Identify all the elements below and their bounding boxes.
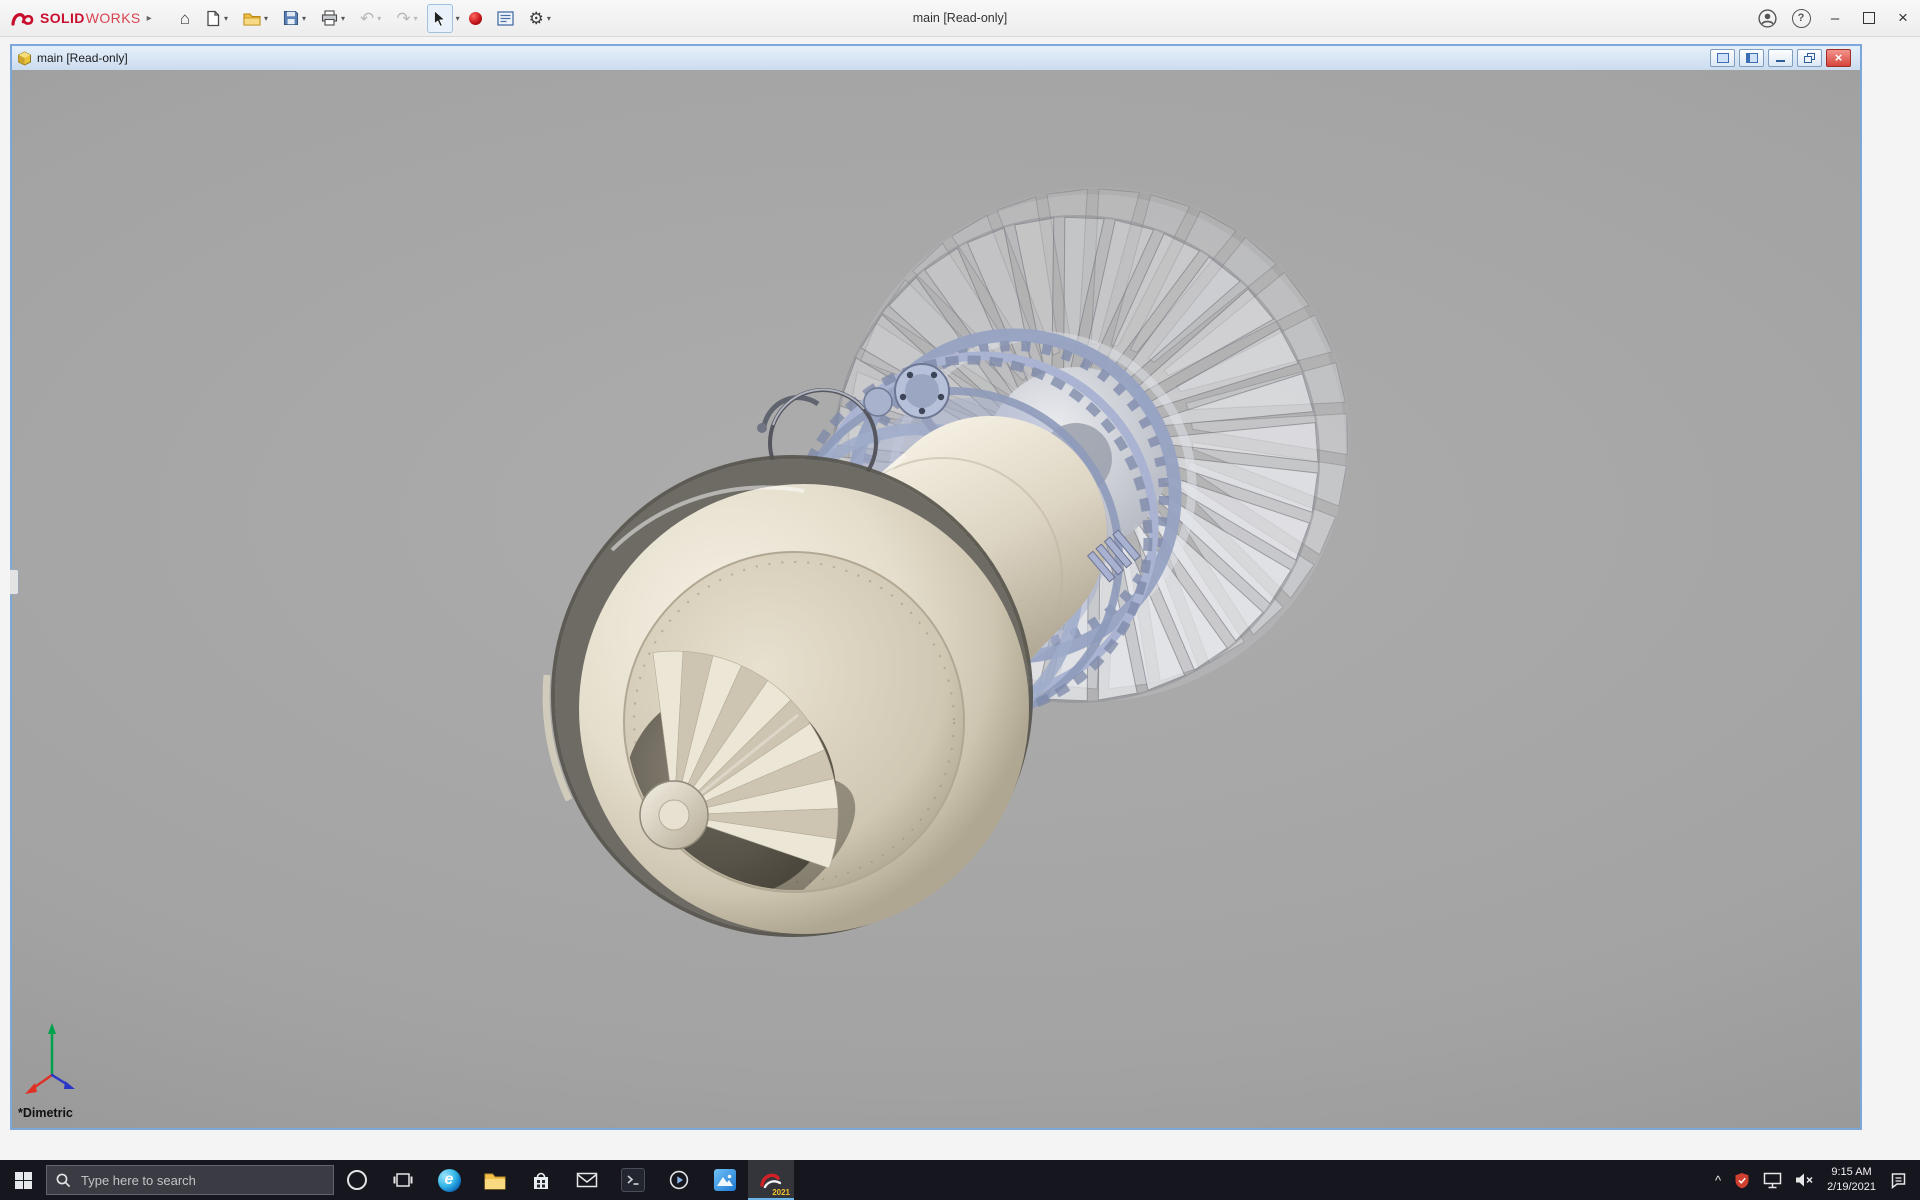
media-player-icon <box>668 1169 690 1191</box>
doc-close-button[interactable]: × <box>1826 49 1851 67</box>
doc-restore-button[interactable] <box>1797 49 1822 67</box>
doc-minimize-button[interactable] <box>1768 49 1793 67</box>
app-title: main [Read-only] <box>913 0 1008 36</box>
jet-engine-3d-model <box>12 70 1860 1128</box>
restore-icon <box>1804 53 1815 63</box>
save-button[interactable]: ▾ <box>277 4 312 33</box>
graphics-viewport[interactable]: *Dimetric <box>12 70 1860 1128</box>
mouse-gestures-button[interactable] <box>463 4 488 33</box>
system-tray: ^ 9:15 AM 2/19/2021 <box>1702 1160 1920 1200</box>
brand-text-works: WORKS <box>86 10 141 26</box>
menu-expand-arrow[interactable]: ▸ <box>147 13 152 24</box>
select-cursor-icon <box>433 10 447 27</box>
pane-toggle-button-2[interactable] <box>1739 49 1764 67</box>
security-shield-icon[interactable] <box>1734 1172 1750 1189</box>
solidworks-logo[interactable]: SOLIDWORKS <box>10 9 141 27</box>
feature-pane-collapse-tab[interactable] <box>10 569 19 595</box>
cortana-button[interactable] <box>334 1160 380 1200</box>
taskbar: e <box>0 1160 1920 1200</box>
cortana-icon <box>347 1170 367 1190</box>
display-network-icon[interactable] <box>1763 1172 1782 1189</box>
action-center-icon[interactable] <box>1889 1172 1907 1189</box>
store-icon <box>530 1170 552 1191</box>
edge-icon: e <box>438 1169 461 1192</box>
user-account-icon <box>1758 9 1777 28</box>
brand-text-solid: SOLID <box>40 10 85 26</box>
pane-left-icon <box>1717 53 1729 63</box>
home-button[interactable]: ⌂ <box>174 4 196 33</box>
document-title: main [Read-only] <box>37 51 128 65</box>
solidworks-app-icon: 2021 <box>758 1167 784 1193</box>
volume-muted-icon[interactable] <box>1795 1172 1814 1188</box>
select-tool-button[interactable] <box>427 4 453 33</box>
store-button[interactable] <box>518 1160 564 1200</box>
clock-date: 2/19/2021 <box>1827 1180 1876 1195</box>
undo-button[interactable]: ↶▾ <box>354 4 387 33</box>
new-document-icon <box>205 10 221 27</box>
pane-split-icon <box>1746 53 1758 63</box>
document-titlebar[interactable]: main [Read-only] × <box>12 46 1860 71</box>
mail-button[interactable] <box>564 1160 610 1200</box>
search-input[interactable] <box>79 1172 324 1189</box>
terminal-button[interactable] <box>610 1160 656 1200</box>
orientation-triad <box>25 1023 75 1094</box>
printer-icon <box>321 10 338 26</box>
media-player-button[interactable] <box>656 1160 702 1200</box>
mail-icon <box>576 1171 598 1189</box>
select-tool-caret[interactable]: ▾ <box>456 14 460 23</box>
task-pane-icon <box>497 11 514 26</box>
clock-time: 9:15 AM <box>1827 1165 1876 1180</box>
red-sphere-icon <box>469 12 482 25</box>
document-window: main [Read-only] × <box>10 44 1862 1130</box>
terminal-icon <box>621 1168 645 1192</box>
minimize-icon <box>1776 60 1785 62</box>
pane-toggle-button-1[interactable] <box>1710 49 1735 67</box>
file-explorer-icon <box>484 1171 506 1190</box>
account-button[interactable] <box>1750 0 1784 36</box>
photos-icon <box>714 1169 736 1191</box>
help-button[interactable]: ? <box>1784 0 1818 36</box>
search-icon <box>56 1173 71 1188</box>
document-window-controls: × <box>1710 49 1855 67</box>
solidworks-year-badge: 2021 <box>772 1188 790 1197</box>
photos-button[interactable] <box>702 1160 748 1200</box>
quick-access-toolbar: ⌂ ▾ ▾ ▾ ▾ ↶▾ <box>174 4 557 33</box>
app-window-controls: ? – × <box>1750 0 1920 36</box>
taskbar-search[interactable] <box>46 1165 334 1195</box>
open-document-button[interactable]: ▾ <box>237 4 274 33</box>
start-button[interactable] <box>0 1160 46 1200</box>
task-view-button[interactable] <box>380 1160 426 1200</box>
taskbar-clock[interactable]: 9:15 AM 2/19/2021 <box>1827 1165 1876 1195</box>
dassault-systemes-logo-icon <box>10 9 36 27</box>
task-view-icon <box>393 1171 413 1189</box>
print-button[interactable]: ▾ <box>315 4 351 33</box>
app-titlebar: SOLIDWORKS ▸ ⌂ ▾ ▾ ▾ <box>0 0 1920 37</box>
file-explorer-button[interactable] <box>472 1160 518 1200</box>
task-pane-button[interactable] <box>491 4 520 33</box>
redo-button[interactable]: ↷▾ <box>390 4 423 33</box>
app-minimize-button[interactable]: – <box>1818 0 1852 36</box>
view-orientation-label: *Dimetric <box>18 1106 73 1120</box>
new-document-button[interactable]: ▾ <box>199 4 234 33</box>
windows-logo-icon <box>15 1172 32 1189</box>
front-casing <box>579 484 1029 974</box>
edge-button[interactable]: e <box>426 1160 472 1200</box>
solidworks-taskbar-button[interactable]: 2021 <box>748 1160 794 1200</box>
app-close-button[interactable]: × <box>1886 0 1920 36</box>
open-folder-icon <box>243 11 261 26</box>
app-maximize-button[interactable] <box>1852 0 1886 36</box>
tray-expand-button[interactable]: ^ <box>1715 1174 1721 1187</box>
options-button[interactable]: ⚙▾ <box>523 4 557 33</box>
maximize-icon <box>1863 12 1875 24</box>
save-floppy-icon <box>283 10 299 26</box>
assembly-document-icon <box>17 51 32 66</box>
